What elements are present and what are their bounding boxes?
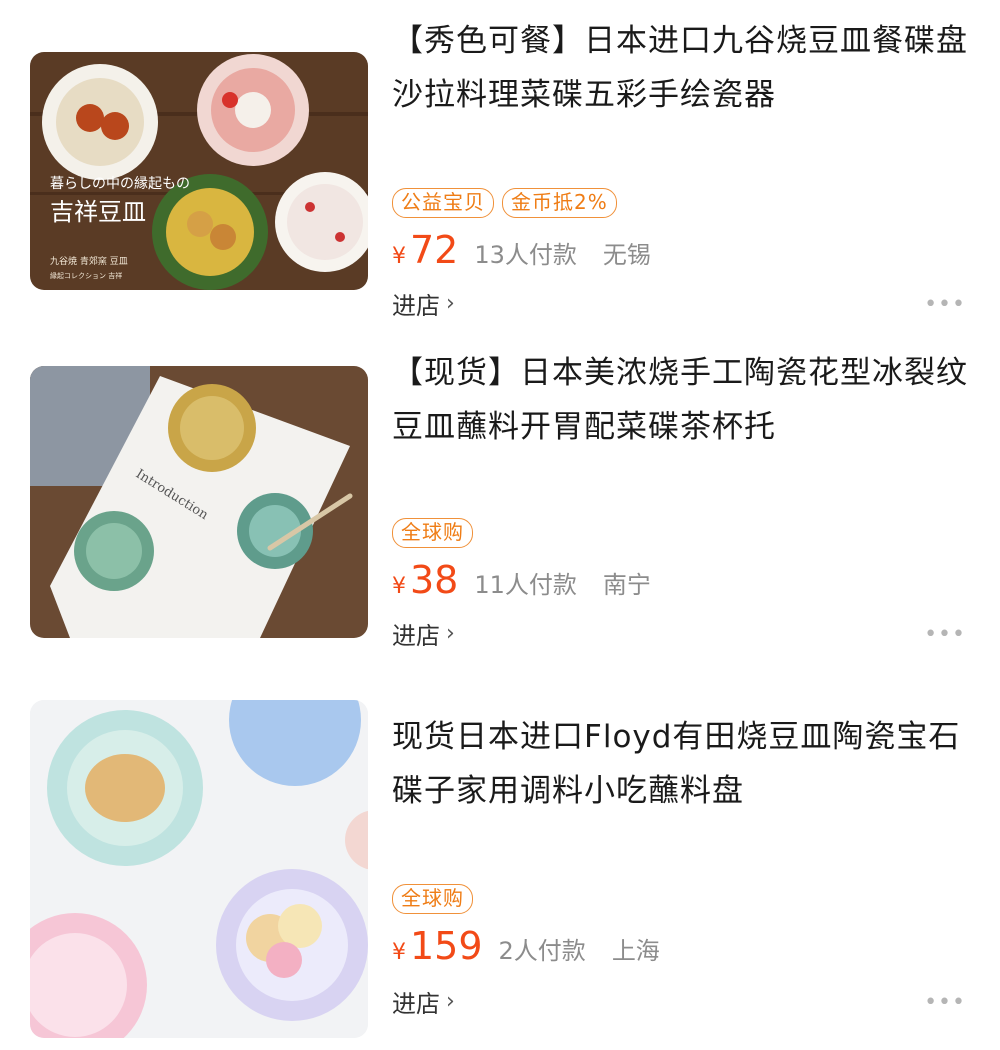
- image-caption-line3: 九谷焼 青郊窯 豆皿: [50, 255, 128, 267]
- product-image-plates: [30, 700, 368, 1038]
- product-image[interactable]: Introduction: [30, 366, 368, 638]
- tag-global-buy: 全球购: [392, 518, 473, 548]
- sales-count: 13人付款: [474, 241, 577, 269]
- price-row: ¥ 72 13人付款 无锡: [392, 228, 651, 272]
- product-title[interactable]: 【秀色可餐】日本进口九谷烧豆皿餐碟盘沙拉料理菜碟五彩手绘瓷器: [392, 14, 972, 122]
- location: 南宁: [602, 571, 651, 599]
- currency-symbol: ¥: [392, 574, 406, 599]
- tag-global-buy: 全球购: [392, 884, 473, 914]
- enter-shop-link[interactable]: 进店 ›: [392, 286, 455, 321]
- location: 上海: [611, 937, 660, 965]
- currency-symbol: ¥: [392, 940, 406, 965]
- product-image[interactable]: [30, 700, 368, 1038]
- chevron-right-icon: ›: [446, 989, 455, 1014]
- tag-list: 全球购: [392, 518, 473, 548]
- product-image[interactable]: 暮らしの中の縁起もの 吉祥豆皿 九谷焼 青郊窯 豆皿 縁起コレクション 吉祥: [30, 52, 368, 290]
- enter-shop-label: 进店: [392, 292, 440, 320]
- price-value: 159: [410, 924, 483, 968]
- currency-symbol: ¥: [392, 244, 406, 269]
- product-image-plates: 暮らしの中の縁起もの 吉祥豆皿 九谷焼 青郊窯 豆皿 縁起コレクション 吉祥: [30, 52, 368, 290]
- price-value: 72: [410, 228, 459, 272]
- product-card[interactable]: 暮らしの中の縁起もの 吉祥豆皿 九谷焼 青郊窯 豆皿 縁起コレクション 吉祥 【…: [0, 0, 1000, 340]
- price-row: ¥ 159 2人付款 上海: [392, 924, 660, 968]
- location: 无锡: [602, 241, 651, 269]
- enter-shop-label: 进店: [392, 990, 440, 1018]
- image-caption-line4: 縁起コレクション 吉祥: [50, 271, 122, 280]
- price-value: 38: [410, 558, 459, 602]
- product-card[interactable]: 现货日本进口Floyd有田烧豆皿陶瓷宝石碟子家用调料小吃蘸料盘 全球购 ¥ 15…: [0, 680, 1000, 1050]
- chevron-right-icon: ›: [446, 621, 455, 646]
- image-caption-line1: 暮らしの中の縁起もの: [50, 176, 190, 192]
- image-caption-title: 吉祥豆皿: [50, 198, 146, 226]
- tag-charity: 公益宝贝: [392, 188, 494, 218]
- enter-shop-label: 进店: [392, 622, 440, 650]
- enter-shop-link[interactable]: 进店 ›: [392, 616, 455, 651]
- product-title[interactable]: 【现货】日本美浓烧手工陶瓷花型冰裂纹豆皿蘸料开胃配菜碟茶杯托: [392, 346, 972, 454]
- tag-coin-discount: 金币抵2%: [502, 188, 617, 218]
- product-card[interactable]: Introduction 【现货】日本美浓烧手工陶瓷花型冰裂纹豆皿蘸料开胃配菜碟…: [0, 340, 1000, 680]
- price-row: ¥ 38 11人付款 南宁: [392, 558, 651, 602]
- enter-shop-link[interactable]: 进店 ›: [392, 984, 455, 1019]
- tag-list: 全球购: [392, 884, 473, 914]
- tag-list: 公益宝贝 金币抵2%: [392, 188, 617, 218]
- sales-count: 2人付款: [498, 937, 586, 965]
- more-dots-icon[interactable]: •••: [924, 622, 966, 647]
- sales-count: 11人付款: [474, 571, 577, 599]
- more-dots-icon[interactable]: •••: [924, 990, 966, 1015]
- chevron-right-icon: ›: [446, 291, 455, 316]
- product-image-plates: Introduction: [30, 366, 368, 638]
- more-dots-icon[interactable]: •••: [924, 292, 966, 317]
- product-title[interactable]: 现货日本进口Floyd有田烧豆皿陶瓷宝石碟子家用调料小吃蘸料盘: [392, 710, 972, 818]
